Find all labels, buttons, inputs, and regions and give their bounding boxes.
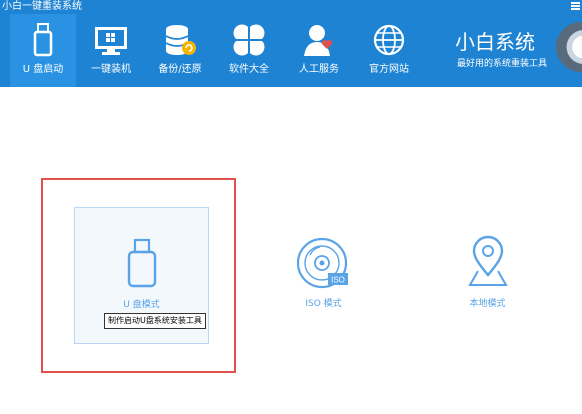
nav-label: 官方网站: [369, 64, 409, 75]
mode-card-iso[interactable]: ISO ISO 模式: [257, 207, 390, 342]
iso-badge: ISO: [331, 276, 345, 285]
nav-item-backup-restore[interactable]: 备份/还原: [147, 14, 213, 87]
iso-disc-icon: ISO: [296, 237, 348, 289]
monitor-windows-icon: [95, 27, 127, 55]
location-pin-icon: [467, 235, 508, 286]
user-heart-icon: [304, 25, 333, 56]
nav-label: 备份/还原: [158, 64, 202, 75]
nav-item-usb-boot[interactable]: U 盘启动: [10, 14, 76, 87]
nav-label: 软件大全: [229, 64, 269, 75]
database-backup-icon: [165, 25, 196, 55]
nav-label: 一键装机: [91, 64, 131, 75]
nav-item-website[interactable]: 官方网站: [356, 14, 422, 87]
nav-item-support[interactable]: 人工服务: [286, 14, 352, 87]
avatar[interactable]: [556, 22, 582, 72]
header-bar: 小白一键重装系统 U 盘启动 一键装机 备份/还原 软件大全 人工服务 官方网站…: [0, 0, 582, 87]
nav-item-one-click-install[interactable]: 一键装机: [78, 14, 144, 87]
nav-label: U 盘启动: [22, 64, 64, 75]
nav-item-software[interactable]: 软件大全: [216, 14, 282, 87]
nav-label: 人工服务: [299, 64, 339, 75]
brand: 小白系统 最好用的系统重装工具: [455, 30, 555, 70]
app-title: 小白一键重装系统: [2, 1, 82, 12]
mode-label: U 盘模式: [123, 300, 160, 310]
menu-icon[interactable]: [571, 2, 580, 11]
mode-card-local[interactable]: 本地模式: [421, 207, 554, 342]
mode-label: 本地模式: [469, 299, 506, 309]
main-nav: U 盘启动 一键装机 备份/还原 软件大全 人工服务 官方网站: [0, 14, 420, 87]
title-bar: 小白一键重装系统: [0, 0, 582, 14]
brand-subtitle: 最好用的系统重装工具: [457, 59, 548, 69]
tooltip: 制作启动U盘系统安装工具: [104, 313, 206, 329]
usb-drive-icon: [127, 238, 156, 288]
usb-drive-icon: [33, 23, 53, 57]
clover-apps-icon: [233, 24, 265, 56]
globe-icon: [373, 24, 405, 56]
brand-title: 小白系统: [455, 30, 535, 54]
mode-label: ISO 模式: [305, 299, 342, 309]
